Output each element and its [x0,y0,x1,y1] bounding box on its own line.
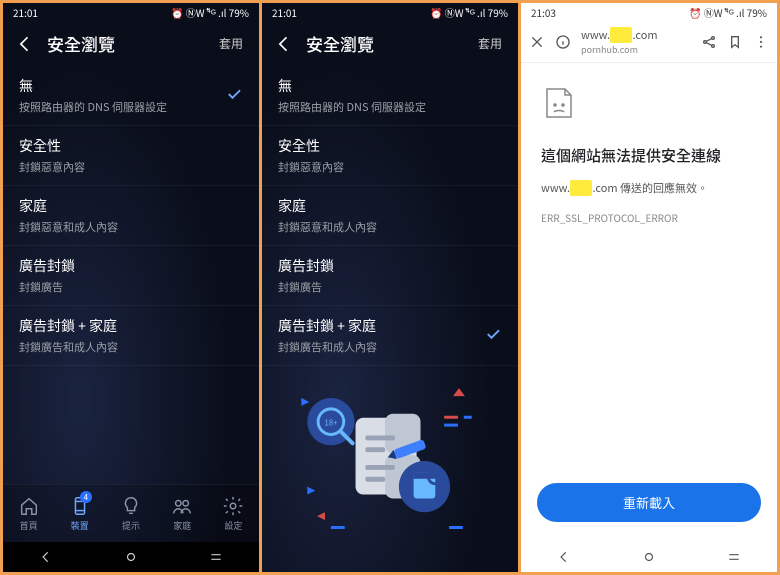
nav-label: 裝置 [71,519,89,532]
checkmark-icon [484,324,502,348]
option-row[interactable]: 廣告封鎖 + 家庭封鎖廣告和成人內容 [262,306,518,366]
nav-home[interactable]: 首頁 [3,485,54,542]
back-arrow-icon[interactable] [274,34,294,54]
nav-label: 提示 [122,519,140,532]
option-list: 無按照路由器的 DNS 伺服器設定安全性封鎖惡意內容家庭封鎖惡意和成人內容廣告封… [262,66,518,366]
option-title: 廣告封鎖 + 家庭 [278,316,484,336]
status-bar: 21:01 ⏰ ⓃẆ ⁴ᴳ .ıl 79% [3,3,259,21]
back-key-icon[interactable] [557,545,571,569]
apply-button[interactable]: 套用 [474,33,506,54]
header-bar: 安全瀏覽 套用 [3,21,259,66]
option-subtitle: 封鎖惡意和成人內容 [278,219,502,235]
home-icon [18,495,40,517]
nav-label: 首頁 [20,519,38,532]
browser-body: 這個網站無法提供安全連線 www.——.com 傳送的回應無效。 ERR_SSL… [521,63,777,483]
status-time: 21:01 [272,5,297,20]
option-subtitle: 封鎖惡意和成人內容 [19,219,243,235]
option-subtitle: 封鎖廣告 [278,279,502,295]
option-subtitle: 按照路由器的 DNS 伺服器設定 [19,99,225,115]
option-subtitle: 封鎖廣告和成人內容 [278,339,484,355]
option-title: 廣告封鎖 [19,256,243,276]
error-detail: www.——.com 傳送的回應無效。 [541,180,757,196]
apply-button[interactable]: 套用 [215,33,247,54]
recents-key-icon[interactable] [727,545,741,569]
recents-key-icon[interactable] [209,545,223,569]
checkmark-icon [225,84,243,108]
option-title: 無 [19,76,225,96]
option-title: 廣告封鎖 [278,256,502,276]
option-title: 家庭 [19,196,243,216]
back-key-icon[interactable] [39,545,53,569]
header-bar: 安全瀏覽 套用 [262,21,518,66]
panel-safe-browsing-b: 21:01 ⏰ ⓃẆ ⁴ᴳ .ıl 79% 安全瀏覽 套用 無按照路由器的 DN… [262,3,518,572]
home-key-icon[interactable] [124,545,138,569]
option-row[interactable]: 廣告封鎖 + 家庭封鎖廣告和成人內容 [3,306,259,366]
option-row[interactable]: 家庭封鎖惡意和成人內容 [3,186,259,246]
option-title: 無 [278,76,502,96]
option-row[interactable]: 安全性封鎖惡意內容 [262,126,518,186]
option-subtitle: 封鎖惡意內容 [19,159,243,175]
option-title: 安全性 [19,136,243,156]
status-time: 21:01 [13,5,38,20]
android-softkeys [3,542,259,572]
sad-page-icon [541,85,757,121]
gear-icon [222,495,244,517]
nav-label: 設定 [224,519,242,532]
url-main: www.——.com [581,27,691,43]
panel-browser-error: 21:03 ⏰ ⓃẆ ⁴ᴳ .ıl 79% www.——.com pornhub… [521,3,777,572]
nav-settings[interactable]: 設定 [208,485,259,542]
error-code: ERR_SSL_PROTOCOL_ERROR [541,210,757,225]
reload-button[interactable]: 重新載入 [537,483,761,522]
back-arrow-icon[interactable] [15,34,35,54]
page-title: 安全瀏覽 [306,31,462,56]
menu-icon[interactable] [753,34,769,50]
url-redacted: —— [610,27,632,43]
nav-badge: 4 [80,491,92,503]
status-bar: 21:03 ⏰ ⓃẆ ⁴ᴳ .ıl 79% [521,3,777,21]
bookmark-icon[interactable] [727,34,743,50]
error-title: 這個網站無法提供安全連線 [541,145,757,166]
option-list: 無按照路由器的 DNS 伺服器設定安全性封鎖惡意內容家庭封鎖惡意和成人內容廣告封… [3,66,259,366]
home-key-icon[interactable] [642,545,656,569]
status-icons: ⏰ ⓃẆ ⁴ᴳ .ıl 79% [689,5,767,20]
age-badge-label: 18+ [324,418,338,429]
nav-label: 家庭 [173,519,191,532]
illustration-area: 18+ [262,366,518,572]
option-row[interactable]: 廣告封鎖封鎖廣告 [3,246,259,306]
android-softkeys [521,542,777,572]
option-subtitle: 封鎖廣告和成人內容 [19,339,243,355]
status-icons: ⏰ ⓃẆ ⁴ᴳ .ıl 79% [430,5,508,20]
family-icon [171,495,193,517]
bulb-icon [120,495,142,517]
page-title: 安全瀏覽 [47,31,203,56]
browser-url-bar: www.——.com pornhub.com [521,21,777,63]
url-sub: pornhub.com [581,43,691,56]
option-subtitle: 封鎖廣告 [19,279,243,295]
status-icons: ⏰ ⓃẆ ⁴ᴳ .ıl 79% [171,5,249,20]
option-subtitle: 按照路由器的 DNS 伺服器設定 [278,99,502,115]
option-title: 安全性 [278,136,502,156]
option-row[interactable]: 無按照路由器的 DNS 伺服器設定 [262,66,518,126]
close-icon[interactable] [529,34,545,50]
nav-family[interactable]: 家庭 [157,485,208,542]
option-row[interactable]: 無按照路由器的 DNS 伺服器設定 [3,66,259,126]
info-icon[interactable] [555,34,571,50]
option-subtitle: 封鎖惡意內容 [278,159,502,175]
option-title: 家庭 [278,196,502,216]
nav-devices[interactable]: 裝置 4 [54,485,105,542]
share-icon[interactable] [701,34,717,50]
illustration-area [3,366,259,484]
option-title: 廣告封鎖 + 家庭 [19,316,243,336]
option-row[interactable]: 家庭封鎖惡意和成人內容 [262,186,518,246]
nav-tips[interactable]: 提示 [105,485,156,542]
bottom-nav: 首頁 裝置 4 提示 家庭 設定 [3,484,259,542]
option-row[interactable]: 廣告封鎖封鎖廣告 [262,246,518,306]
status-time: 21:03 [531,5,556,20]
panel-safe-browsing-a: 21:01 ⏰ ⓃẆ ⁴ᴳ .ıl 79% 安全瀏覽 套用 無按照路由器的 DN… [3,3,259,572]
option-row[interactable]: 安全性封鎖惡意內容 [3,126,259,186]
status-bar: 21:01 ⏰ ⓃẆ ⁴ᴳ .ıl 79% [262,3,518,21]
url-box[interactable]: www.——.com pornhub.com [581,27,691,56]
